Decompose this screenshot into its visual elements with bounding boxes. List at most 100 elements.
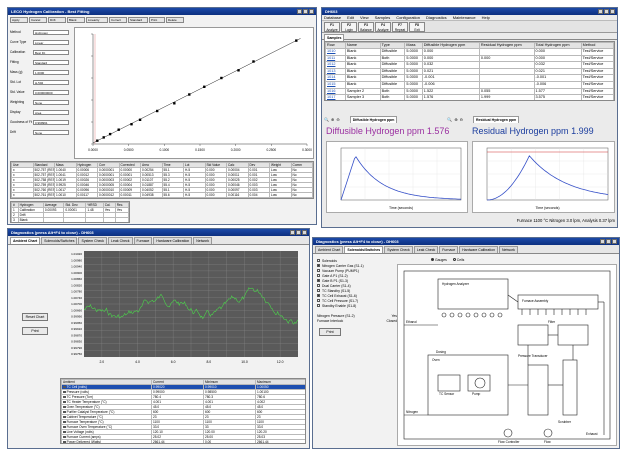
function-key-button[interactable]: F2 Login xyxy=(341,22,357,32)
close-icon[interactable] xyxy=(612,239,617,244)
zoom-in-icon[interactable]: ⊕ xyxy=(454,117,457,122)
checkbox-icon[interactable] xyxy=(63,415,66,419)
function-key-button[interactable]: F4 Analyze xyxy=(375,22,391,32)
table-row[interactable]: 1014 Blank Diffusible 5.0000 -0.001 -0.001 Tes… xyxy=(325,74,614,82)
valve-icon[interactable] xyxy=(457,312,463,318)
close-icon[interactable] xyxy=(610,9,615,14)
menu-item[interactable]: Edit xyxy=(347,15,354,20)
checkbox-icon[interactable] xyxy=(317,304,320,307)
data-point[interactable] xyxy=(252,60,255,63)
minimize-icon[interactable] xyxy=(598,9,603,14)
maximize-icon[interactable] xyxy=(303,9,308,14)
close-icon[interactable] xyxy=(309,9,314,14)
valve-icon[interactable] xyxy=(481,312,487,318)
toolbar-button[interactable]: Drift xyxy=(48,17,66,23)
table-row[interactable]: 1013 Blank Diffusible 5.0000 0.021 0.021 Test/… xyxy=(325,67,614,76)
checkbox-icon[interactable] xyxy=(317,279,320,282)
form-field[interactable]: Best Fit xyxy=(33,49,69,55)
table-row[interactable]: 1011 Blank Both 5.0000 0.000 0.000 0.000 Test/S… xyxy=(325,54,614,63)
data-point[interactable] xyxy=(220,76,223,80)
table-row[interactable]: 1017 Sampler 3 Both 5.0000 1.576 1.999 3.575 Te… xyxy=(325,94,614,100)
tab-hardware-calibration[interactable]: Hardware Calibration xyxy=(459,246,499,253)
tab-furnace[interactable]: Furnace xyxy=(133,237,153,244)
toolbar-button[interactable]: Blank xyxy=(67,17,85,23)
checkbox-icon[interactable] xyxy=(317,269,320,272)
valve-icon[interactable] xyxy=(449,312,455,318)
toolbar-button[interactable]: Standard xyxy=(128,17,148,23)
checkbox-icon[interactable] xyxy=(317,274,320,277)
table-row[interactable]: Power Delivered (Watts) 2661.44 0.00 2661.4… xyxy=(61,439,305,443)
tab-ambient-chart[interactable]: Ambient Chart xyxy=(10,237,41,244)
table-row[interactable]: 1016 Sampler 2 Both 5.0000 1.522 0.055 1.577 Te… xyxy=(325,87,614,96)
checkbox-icon[interactable] xyxy=(317,259,320,262)
tab-network[interactable]: Network xyxy=(499,246,518,253)
form-field[interactable]: None xyxy=(33,99,69,105)
valve-icon[interactable] xyxy=(473,312,479,318)
maximize-icon[interactable] xyxy=(296,230,301,235)
function-key-button[interactable]: F3 Balance xyxy=(358,22,374,32)
search-icon[interactable]: 🔍 xyxy=(324,117,329,122)
tab-furnace[interactable]: Furnace xyxy=(439,246,459,253)
maximize-icon[interactable] xyxy=(604,9,609,14)
table-row[interactable]: 1012 Blank Diffusible 5.0000 0.032 0.032 Test/… xyxy=(325,61,614,69)
solenoid-row[interactable]: Standby Enable (S1-8) xyxy=(317,303,397,308)
tab-leak-check[interactable]: Leak Check xyxy=(108,237,133,244)
close-icon[interactable] xyxy=(302,230,307,235)
checkbox-icon[interactable] xyxy=(317,289,320,292)
print-button[interactable]: Print xyxy=(22,327,48,335)
toolbar-button[interactable]: Print xyxy=(149,17,165,23)
tab-solenoids-switches[interactable]: Solenoids/Switches xyxy=(344,246,384,253)
checkbox-icon[interactable] xyxy=(63,430,66,434)
form-field[interactable]: H-502 xyxy=(33,79,69,85)
menu-item[interactable]: Help xyxy=(482,15,490,20)
tab-system-check[interactable]: System Check xyxy=(78,237,108,244)
checkbox-icon[interactable] xyxy=(63,435,66,439)
data-point[interactable] xyxy=(203,85,206,88)
tab-network[interactable]: Network xyxy=(193,237,213,244)
menu-item[interactable]: Samples xyxy=(375,15,391,20)
data-point[interactable] xyxy=(188,93,191,96)
form-field[interactable]: Linear xyxy=(33,39,69,45)
form-field[interactable]: 1.0000 xyxy=(33,69,69,75)
checkbox-icon[interactable] xyxy=(63,425,66,429)
tab-diffusible[interactable]: Diffusible Hydrogen ppm xyxy=(349,116,398,123)
toolbar-button[interactable]: Linearity xyxy=(86,17,108,23)
tab-hardware-calibration[interactable]: Hardware Calibration xyxy=(153,237,193,244)
toolbar-button[interactable]: Delete xyxy=(166,17,184,23)
data-point[interactable] xyxy=(117,128,120,131)
valve-icon[interactable] xyxy=(489,312,495,318)
data-point[interactable] xyxy=(156,109,159,113)
checkbox-icon[interactable] xyxy=(317,284,320,287)
tab-ambient-chart[interactable]: Ambient Chart xyxy=(315,246,344,253)
zoom-in-icon[interactable]: ⊕ xyxy=(331,117,334,122)
function-key-button[interactable]: F8 Exit xyxy=(409,22,425,32)
toolbar-button[interactable]: Cancel xyxy=(29,17,47,23)
checkbox-icon[interactable] xyxy=(63,410,66,414)
function-key-button[interactable]: F1 Analyze xyxy=(324,22,340,32)
form-field[interactable]: 0.000000000 xyxy=(33,89,69,95)
table-row[interactable]: 1010 Blank Diffusible 5.0000 0.000 0.000 Test/… xyxy=(325,48,614,56)
data-point[interactable] xyxy=(295,39,298,42)
search-icon[interactable]: 🔍 xyxy=(447,117,452,122)
menu-item[interactable]: Maintenance xyxy=(453,15,476,20)
table-row[interactable]: 3 Blank xyxy=(11,217,129,222)
valve-icon[interactable] xyxy=(441,312,447,318)
menu-item[interactable]: View xyxy=(360,15,369,20)
checkbox-icon[interactable] xyxy=(317,299,320,302)
reset-chart-button[interactable]: Reset Chart xyxy=(22,313,48,321)
form-field[interactable]: None xyxy=(33,129,69,135)
valve-icon[interactable] xyxy=(465,312,471,318)
minimize-icon[interactable] xyxy=(297,9,302,14)
checkbox-icon[interactable] xyxy=(63,400,66,404)
tab-system-check[interactable]: System Check xyxy=(384,246,413,253)
tab-solenoids-switches[interactable]: Solenoids/Switches xyxy=(41,237,78,244)
toolbar-button[interactable]: Apply xyxy=(10,17,28,23)
checkbox-icon[interactable] xyxy=(63,405,66,409)
maximize-icon[interactable] xyxy=(606,239,611,244)
table-row[interactable]: x502-762 (RESB 17)0.99950.001640.0000016… xyxy=(11,197,313,198)
minimize-icon[interactable] xyxy=(600,239,605,244)
form-field[interactable]: Hydrogen xyxy=(33,29,69,35)
print-button[interactable]: Print xyxy=(319,328,341,336)
checkbox-icon[interactable] xyxy=(63,390,66,394)
data-point[interactable] xyxy=(237,69,240,72)
